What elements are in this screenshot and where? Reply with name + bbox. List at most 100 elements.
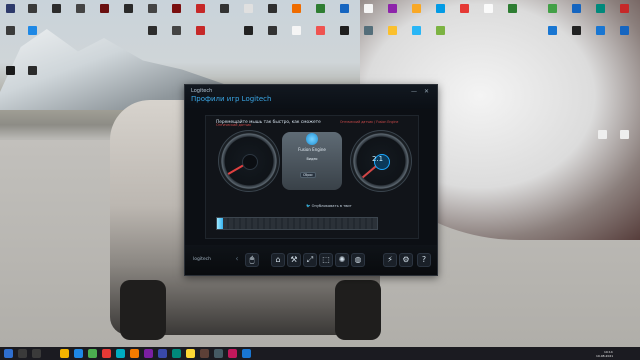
desktop-icon[interactable] xyxy=(6,4,15,13)
tools-icon[interactable]: ⚡ xyxy=(383,253,397,267)
mode-label: Видео xyxy=(306,157,318,161)
clock-date[interactable]: 19.08.2021 xyxy=(596,354,613,358)
desktop-icon[interactable] xyxy=(244,26,253,35)
desktop-icon[interactable] xyxy=(596,4,605,13)
app-icon[interactable] xyxy=(144,349,153,358)
desktop-icon[interactable] xyxy=(412,4,421,13)
desktop-icon[interactable] xyxy=(6,66,15,75)
twitter-share-label: Опубликовать в твит xyxy=(311,204,352,208)
desktop-icon[interactable] xyxy=(572,26,581,35)
search-icon[interactable] xyxy=(18,349,27,358)
mouse-speed-panel: Перемещайте мышь так быстро, как сможете… xyxy=(205,115,419,239)
app-icon[interactable] xyxy=(200,349,209,358)
desktop-icon[interactable] xyxy=(292,26,301,35)
desktop-icon[interactable] xyxy=(620,26,629,35)
browser-icon[interactable] xyxy=(74,349,83,358)
desktop-icon[interactable] xyxy=(76,4,85,13)
desktop-icon[interactable] xyxy=(196,4,205,13)
desktop-icon[interactable] xyxy=(148,4,157,13)
app-icon[interactable] xyxy=(214,349,223,358)
fusion-engine-block: Fusion Engine Видео Сброс xyxy=(282,132,342,190)
right-gauge-label: Оптический датчик / Fusion Engine xyxy=(340,120,399,124)
logitech-gaming-window[interactable]: Logitech Профили игр Logitech — ✕ Переме… xyxy=(184,84,438,276)
desktop-icon[interactable] xyxy=(172,26,181,35)
app-icon[interactable] xyxy=(172,349,181,358)
profile-icon[interactable]: ⬚ xyxy=(319,253,333,267)
desktop-icon[interactable] xyxy=(28,66,37,75)
desktop-icon[interactable] xyxy=(340,4,349,13)
color-icon[interactable]: ◍ xyxy=(351,253,365,267)
window-titlebar[interactable]: Logitech Профили игр Logitech — ✕ xyxy=(185,85,437,109)
task-view-icon[interactable] xyxy=(32,349,41,358)
start-button[interactable] xyxy=(4,349,13,358)
reset-button[interactable]: Сброс xyxy=(300,172,316,178)
left-gauge-label: Оптический датчик xyxy=(216,123,252,127)
app-icon[interactable] xyxy=(88,349,97,358)
desktop-icon[interactable] xyxy=(572,4,581,13)
desktop-icon[interactable] xyxy=(100,4,109,13)
previous-arrow-icon[interactable]: ‹ xyxy=(231,253,243,265)
app-icon[interactable] xyxy=(116,349,125,358)
app-icon[interactable] xyxy=(242,349,251,358)
desktop-icon[interactable] xyxy=(316,26,325,35)
logitech-logo: logitech xyxy=(193,257,211,262)
desktop-icon[interactable] xyxy=(412,26,421,35)
desktop-icon[interactable] xyxy=(148,26,157,35)
desktop-icon[interactable] xyxy=(436,4,445,13)
desktop-icon[interactable] xyxy=(52,4,61,13)
app-icon[interactable] xyxy=(102,349,111,358)
desktop-icon[interactable] xyxy=(548,26,557,35)
car-tire xyxy=(335,280,381,340)
close-button[interactable]: ✕ xyxy=(424,88,429,95)
help-icon[interactable]: ? xyxy=(417,253,431,267)
dpi-icon[interactable]: ⤢ xyxy=(303,253,317,267)
window-title: Профили игр Logitech xyxy=(191,95,272,103)
gear-icon[interactable]: ⚙ xyxy=(399,253,413,267)
desktop-icon[interactable] xyxy=(172,4,181,13)
desktop-icon[interactable] xyxy=(244,4,253,13)
settings-slider-icon[interactable]: ⚒ xyxy=(287,253,301,267)
mouse-device-icon[interactable]: 🖱 xyxy=(245,253,259,267)
desktop-icon[interactable] xyxy=(598,130,607,139)
desktop-icon[interactable] xyxy=(268,26,277,35)
desktop-icon[interactable] xyxy=(620,130,629,139)
speed-progress-bar xyxy=(216,217,378,230)
desktop-icon[interactable] xyxy=(6,26,15,35)
desktop-icon[interactable] xyxy=(388,26,397,35)
desktop-icon[interactable] xyxy=(596,26,605,35)
desktop-icon[interactable] xyxy=(316,4,325,13)
twitter-share[interactable]: 🐦 Опубликовать в твит xyxy=(306,204,352,208)
desktop-icon[interactable] xyxy=(28,4,37,13)
file-explorer-icon[interactable] xyxy=(60,349,69,358)
desktop-icon[interactable] xyxy=(340,26,349,35)
car-tire xyxy=(120,280,166,340)
app-icon[interactable] xyxy=(186,349,195,358)
fusion-engine-label: Fusion Engine xyxy=(298,147,326,152)
fusion-engine-logo-icon xyxy=(306,133,318,145)
twitter-icon: 🐦 xyxy=(306,204,311,208)
desktop-icon[interactable] xyxy=(196,26,205,35)
desktop-icon[interactable] xyxy=(220,4,229,13)
home-icon[interactable]: ⌂ xyxy=(271,253,285,267)
right-gauge-value: 2.1 xyxy=(372,155,384,163)
desktop-icon[interactable] xyxy=(28,26,37,35)
desktop-icon[interactable] xyxy=(508,4,517,13)
minimize-button[interactable]: — xyxy=(411,88,417,95)
desktop-icon[interactable] xyxy=(484,4,493,13)
desktop-icon[interactable] xyxy=(124,4,133,13)
desktop-icon[interactable] xyxy=(548,4,557,13)
desktop-icon[interactable] xyxy=(460,4,469,13)
app-icon[interactable] xyxy=(130,349,139,358)
desktop-icon[interactable] xyxy=(436,26,445,35)
app-icon[interactable] xyxy=(158,349,167,358)
desktop-icon[interactable] xyxy=(620,4,629,13)
desktop-icon[interactable] xyxy=(364,26,373,35)
desktop-icon[interactable] xyxy=(292,4,301,13)
fusion-engine-gauge: 2.1 Оптический датчик / Fusion Engine xyxy=(340,120,412,192)
app-icon[interactable] xyxy=(228,349,237,358)
desktop-icon[interactable] xyxy=(388,4,397,13)
window-brand: Logitech xyxy=(191,88,213,94)
desktop-icon[interactable] xyxy=(268,4,277,13)
lighting-icon[interactable]: ✺ xyxy=(335,253,349,267)
desktop-icon[interactable] xyxy=(364,4,373,13)
